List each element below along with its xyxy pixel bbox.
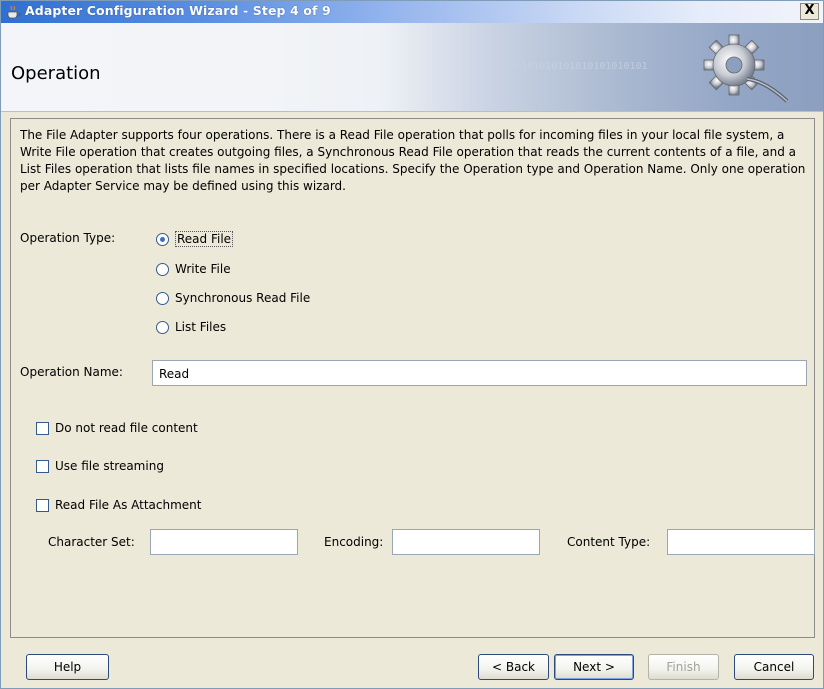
encoding-label: Encoding:	[324, 535, 384, 549]
radio-synchronous-read-file-label[interactable]: Synchronous Read File	[175, 291, 310, 305]
close-button[interactable]: X	[800, 3, 819, 20]
next-button[interactable]: Next >	[554, 654, 634, 680]
header-banner-graphic: 01010101010101010101010101	[381, 23, 823, 111]
radio-read-file-label[interactable]: Read File	[175, 231, 234, 247]
character-set-input[interactable]	[150, 529, 298, 555]
radio-list-files[interactable]: List Files	[156, 317, 226, 337]
cancel-button[interactable]: Cancel	[734, 654, 814, 680]
window-title: Adapter Configuration Wizard - Step 4 of…	[25, 3, 331, 18]
read-file-as-attachment-checkbox[interactable]: Read File As Attachment	[36, 498, 201, 512]
checkbox-box[interactable]	[36, 498, 49, 512]
read-file-as-attachment-label[interactable]: Read File As Attachment	[55, 498, 201, 512]
checkbox-box[interactable]	[36, 421, 49, 435]
coffee-cup-icon	[7, 5, 21, 19]
radio-read-file[interactable]: Read File	[156, 229, 234, 249]
content-type-label: Content Type:	[567, 535, 651, 549]
content-panel: The File Adapter supports four operation…	[10, 118, 815, 638]
operation-type-label: Operation Type:	[20, 231, 116, 245]
radio-button-selected[interactable]	[156, 232, 169, 246]
operation-name-label: Operation Name:	[20, 365, 123, 379]
page-title: Operation	[11, 63, 101, 84]
radio-button[interactable]	[156, 291, 169, 305]
content-type-input[interactable]	[667, 529, 815, 555]
operation-name-input[interactable]: Read	[152, 360, 807, 386]
radio-write-file-label[interactable]: Write File	[175, 262, 231, 276]
use-file-streaming-checkbox[interactable]: Use file streaming	[36, 459, 164, 473]
radio-synchronous-read-file[interactable]: Synchronous Read File	[156, 288, 310, 308]
encoding-input[interactable]	[392, 529, 540, 555]
gear-icon	[703, 34, 789, 103]
wizard-header: 01010101010101010101010101 Operation	[1, 23, 823, 112]
finish-button[interactable]: Finish	[648, 654, 719, 680]
radio-button[interactable]	[156, 262, 169, 276]
binary-decoration: 01010101010101010101010101	[491, 61, 648, 72]
do-not-read-file-content-checkbox[interactable]: Do not read file content	[36, 421, 198, 435]
help-button[interactable]: Help	[26, 654, 109, 680]
back-button[interactable]: < Back	[478, 654, 549, 680]
use-file-streaming-label[interactable]: Use file streaming	[55, 459, 164, 473]
description-text: The File Adapter supports four operation…	[20, 128, 806, 193]
radio-button[interactable]	[156, 320, 169, 334]
checkbox-box[interactable]	[36, 459, 49, 473]
do-not-read-file-content-label[interactable]: Do not read file content	[55, 421, 198, 435]
radio-list-files-label[interactable]: List Files	[175, 320, 226, 334]
close-icon: X	[804, 3, 815, 18]
title-bar[interactable]: Adapter Configuration Wizard - Step 4 of…	[1, 1, 823, 23]
wizard-window: Adapter Configuration Wizard - Step 4 of…	[0, 0, 824, 689]
radio-write-file[interactable]: Write File	[156, 259, 231, 279]
character-set-label: Character Set:	[48, 535, 135, 549]
